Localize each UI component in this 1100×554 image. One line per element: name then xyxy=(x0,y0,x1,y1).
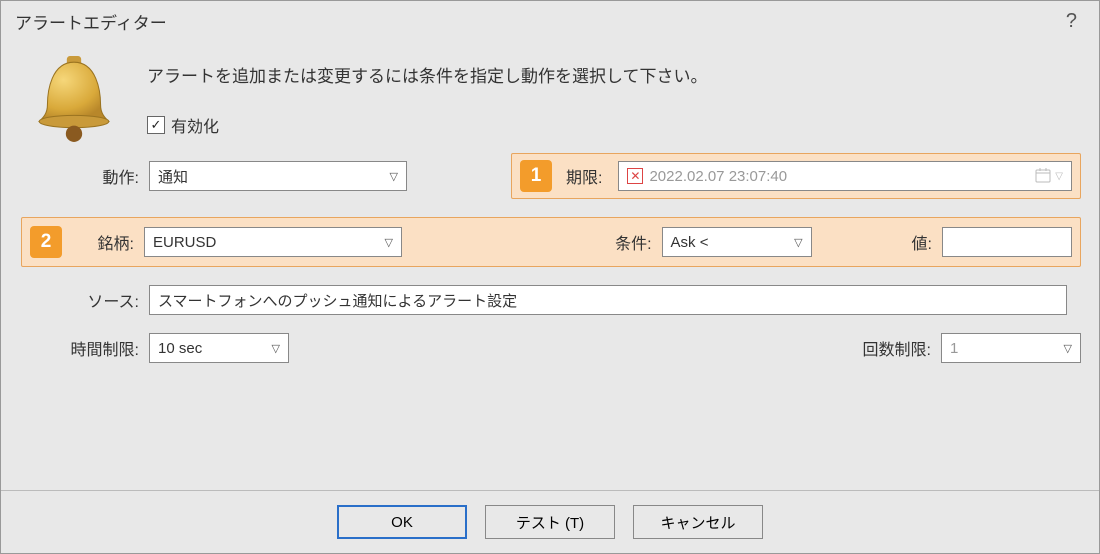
condition-value: Ask < xyxy=(671,234,709,251)
calendar-icon[interactable] xyxy=(1035,167,1051,186)
condition-combo[interactable]: Ask < ▽ xyxy=(662,227,812,257)
form-area: 動作: 通知 ▽ 1 期限: ✕ 2022.02.07 23:07:40 xyxy=(19,153,1081,363)
header-text: アラートを追加または変更するには条件を指定し動作を選択して下さい。 ✓ 有効化 xyxy=(147,50,1081,145)
row-action-expiration: 動作: 通知 ▽ 1 期限: ✕ 2022.02.07 23:07:40 xyxy=(19,153,1081,199)
value-input[interactable] xyxy=(942,227,1072,257)
expiration-field[interactable]: ✕ 2022.02.07 23:07:40 ▽ xyxy=(618,161,1072,191)
alert-editor-window: アラートエディター ? xyxy=(0,0,1100,554)
time-limit-label: 時間制限: xyxy=(19,336,149,360)
symbol-label: 銘柄: xyxy=(72,230,144,254)
row-limits: 時間制限: 10 sec ▽ 回数制限: 1 ▽ xyxy=(19,333,1081,363)
content-area: アラートを追加または変更するには条件を指定し動作を選択して下さい。 ✓ 有効化 … xyxy=(1,44,1099,490)
time-limit-value: 10 sec xyxy=(158,340,202,357)
row-source: ソース: スマートフォンへのプッシュ通知によるアラート設定 xyxy=(19,285,1081,315)
expiration-highlight: 1 期限: ✕ 2022.02.07 23:07:40 ▽ xyxy=(511,153,1081,199)
help-button[interactable]: ? xyxy=(1060,10,1083,33)
enable-checkbox-row[interactable]: ✓ 有効化 xyxy=(147,113,1081,137)
cancel-button[interactable]: キャンセル xyxy=(633,505,763,539)
clear-x-icon[interactable]: ✕ xyxy=(627,168,643,184)
badge-2: 2 xyxy=(30,226,62,258)
source-value: スマートフォンへのプッシュ通知によるアラート設定 xyxy=(158,290,517,311)
header-row: アラートを追加または変更するには条件を指定し動作を選択して下さい。 ✓ 有効化 xyxy=(19,50,1081,145)
count-limit-label: 回数制限: xyxy=(863,336,941,360)
chevron-down-icon: ▽ xyxy=(390,170,398,183)
test-button[interactable]: テスト (T) xyxy=(485,505,615,539)
symbol-value: EURUSD xyxy=(153,234,216,251)
row-symbol-condition: 2 銘柄: EURUSD ▽ 条件: Ask < ▽ 値: xyxy=(17,217,1081,267)
count-limit-value: 1 xyxy=(950,340,958,357)
source-field[interactable]: スマートフォンへのプッシュ通知によるアラート設定 xyxy=(149,285,1067,315)
titlebar: アラートエディター ? xyxy=(1,1,1099,44)
ok-button[interactable]: OK xyxy=(337,505,467,539)
badge-1: 1 xyxy=(520,160,552,192)
button-bar: OK テスト (T) キャンセル xyxy=(1,490,1099,553)
expiration-value: 2022.02.07 23:07:40 xyxy=(649,168,787,185)
enable-label: 有効化 xyxy=(171,113,219,137)
condition-label: 条件: xyxy=(615,230,661,254)
instruction-text: アラートを追加または変更するには条件を指定し動作を選択して下さい。 xyxy=(147,62,1081,87)
enable-checkbox[interactable]: ✓ xyxy=(147,116,165,134)
action-combo[interactable]: 通知 ▽ xyxy=(149,161,407,191)
symbol-combo[interactable]: EURUSD ▽ xyxy=(144,227,402,257)
source-label: ソース: xyxy=(19,288,149,312)
bell-icon xyxy=(19,50,119,144)
chevron-down-icon: ▽ xyxy=(794,236,802,249)
chevron-down-icon: ▽ xyxy=(385,236,393,249)
window-title: アラートエディター xyxy=(15,9,167,34)
value-label: 値: xyxy=(912,230,942,254)
action-label: 動作: xyxy=(19,164,149,188)
time-limit-combo[interactable]: 10 sec ▽ xyxy=(149,333,289,363)
chevron-down-icon: ▽ xyxy=(1055,171,1063,182)
chevron-down-icon: ▽ xyxy=(1064,342,1072,355)
expiration-label: 期限: xyxy=(566,164,602,188)
count-limit-combo[interactable]: 1 ▽ xyxy=(941,333,1081,363)
action-value: 通知 xyxy=(158,166,188,187)
chevron-down-icon: ▽ xyxy=(272,342,280,355)
